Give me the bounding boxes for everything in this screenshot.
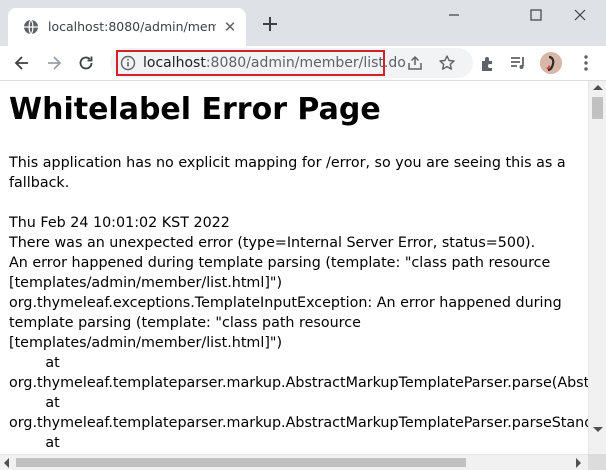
back-arrow-icon[interactable] (12, 53, 32, 73)
page-content: Whitelabel Error Page This application h… (0, 81, 588, 454)
share-icon[interactable] (406, 54, 424, 72)
tab-strip: localhost:8080/admin/member/l ✕ (0, 0, 606, 46)
tab-title: localhost:8080/admin/member/l (48, 19, 216, 34)
url-host: localhost (143, 55, 206, 71)
forward-arrow-icon[interactable] (44, 53, 64, 73)
vertical-scroll-thumb[interactable] (592, 97, 603, 119)
star-icon[interactable] (438, 54, 456, 72)
profile-avatar-icon[interactable] (540, 52, 562, 74)
address-bar[interactable]: localhost:8080/admin/member/list.do (110, 48, 473, 78)
new-tab-button[interactable] (258, 12, 282, 36)
horizontal-scroll-thumb[interactable] (16, 458, 466, 467)
scrollbar-corner (588, 454, 606, 470)
scroll-right-arrow-icon[interactable] (576, 458, 581, 468)
globe-icon (24, 19, 38, 35)
vertical-scrollbar[interactable] (588, 81, 606, 454)
scroll-down-arrow-icon[interactable] (593, 427, 603, 432)
puzzle-icon[interactable] (478, 53, 498, 73)
url-text[interactable]: localhost:8080/admin/member/list.do (143, 54, 406, 72)
url-path: :8080/admin/member/list.do (205, 55, 406, 71)
tab-close-icon[interactable]: ✕ (222, 19, 238, 35)
media-control-icon[interactable] (508, 53, 528, 73)
maximize-button[interactable] (518, 4, 554, 26)
minimize-icon (449, 14, 459, 16)
scroll-left-arrow-icon[interactable] (4, 458, 9, 468)
horizontal-scrollbar[interactable] (0, 454, 588, 470)
reload-icon[interactable] (76, 53, 96, 73)
error-details: This application has no explicit mapping… (9, 155, 588, 451)
close-icon (574, 9, 586, 21)
page-title: Whitelabel Error Page (9, 92, 381, 127)
info-icon[interactable] (120, 55, 136, 71)
scroll-up-arrow-icon[interactable] (593, 85, 603, 90)
minimize-button[interactable] (436, 4, 472, 26)
browser-toolbar: localhost:8080/admin/member/list.do (0, 46, 606, 81)
more-vertical-icon[interactable] (580, 52, 592, 74)
plus-icon (263, 17, 277, 31)
browser-tab[interactable]: localhost:8080/admin/member/l ✕ (8, 8, 246, 46)
close-window-button[interactable] (562, 4, 598, 26)
avatar-image (540, 52, 562, 74)
maximize-icon (530, 9, 542, 21)
